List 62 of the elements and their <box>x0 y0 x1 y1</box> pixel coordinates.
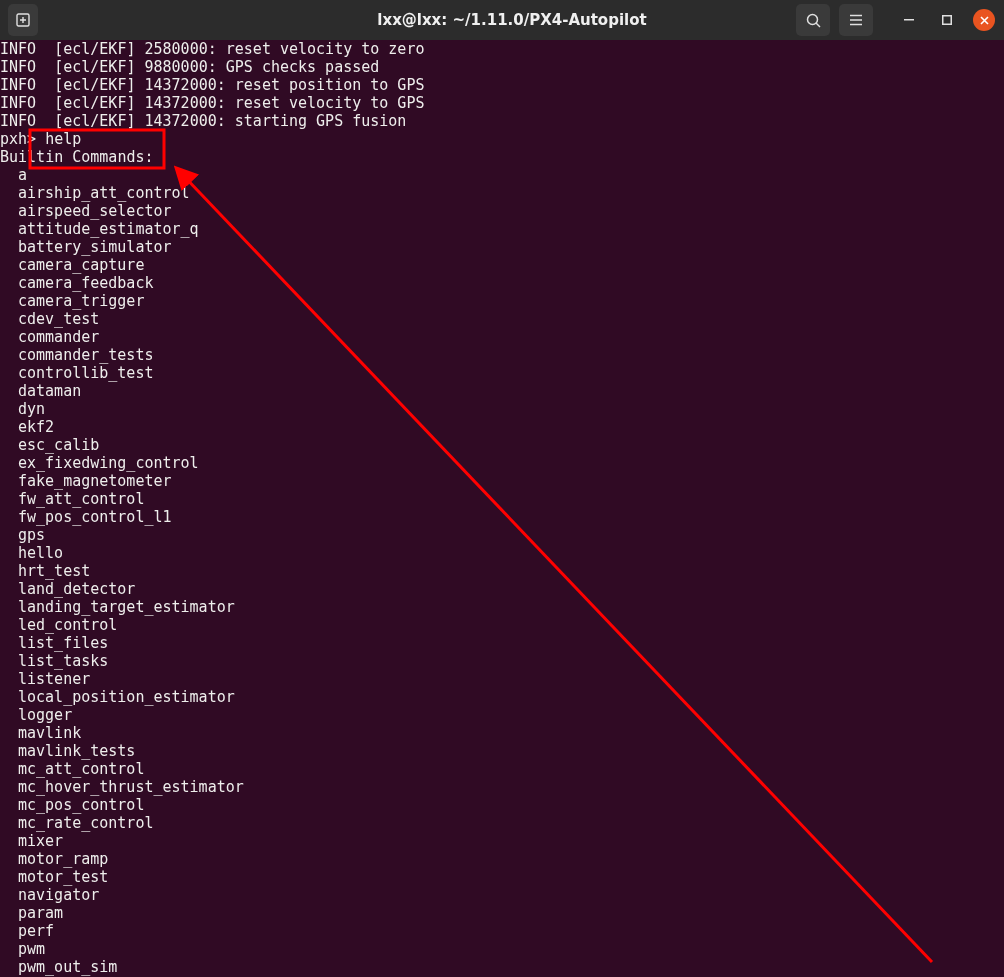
command-name: fw_att_control <box>17 490 145 508</box>
command-name: motor_ramp <box>17 850 109 868</box>
command-name: a <box>17 166 28 184</box>
command-name: list_files <box>17 634 109 652</box>
command-name: local_position_estimator <box>17 688 235 706</box>
new-tab-button[interactable] <box>8 4 38 36</box>
command-name: mavlink_tests <box>17 742 136 760</box>
command-name: perf <box>17 922 55 940</box>
command-name: param <box>17 904 64 922</box>
command-name: fake_magnetometer <box>17 472 172 490</box>
typed-command: help <box>45 130 82 148</box>
command-name: mc_rate_control <box>17 814 154 832</box>
command-name: commander <box>17 328 100 346</box>
command-name: hello <box>17 544 64 562</box>
command-name: pwm <box>17 940 46 958</box>
search-icon <box>805 12 821 28</box>
menu-icon <box>849 14 863 26</box>
close-icon <box>979 15 989 25</box>
command-name: hrt_test <box>17 562 91 580</box>
command-name: mc_hover_thrust_estimator <box>17 778 244 796</box>
command-name: attitude_estimator_q <box>17 220 199 238</box>
command-name: ekf2 <box>17 418 55 436</box>
command-name: camera_trigger <box>17 292 145 310</box>
command-name: mc_att_control <box>17 760 145 778</box>
command-name: camera_feedback <box>17 274 154 292</box>
command-name: logger <box>17 706 73 724</box>
log-line: INFO [ecl/EKF] 2580000: reset velocity to zero <box>0 40 425 58</box>
command-name: controllib_test <box>17 364 154 382</box>
log-line: INFO [ecl/EKF] 14372000: starting GPS fusion <box>0 112 407 130</box>
command-name: mavlink <box>17 724 82 742</box>
command-name: mixer <box>17 832 64 850</box>
command-name: land_detector <box>17 580 136 598</box>
window-title: lxx@lxx: ~/1.11.0/PX4-Autopilot <box>376 9 648 31</box>
minimize-icon <box>904 19 914 21</box>
command-name: led_control <box>17 616 118 634</box>
command-name: dataman <box>17 382 82 400</box>
command-name: cdev_test <box>17 310 100 328</box>
command-name: gps <box>17 526 46 544</box>
close-button[interactable] <box>973 9 995 31</box>
new-tab-icon <box>16 13 30 27</box>
menu-button[interactable] <box>839 4 873 36</box>
command-name: listener <box>17 670 91 688</box>
command-name: pwm_out_sim <box>17 958 118 976</box>
command-name: fw_pos_control_l1 <box>17 508 172 526</box>
search-button[interactable] <box>796 4 830 36</box>
command-name: airspeed_selector <box>17 202 172 220</box>
command-name: battery_simulator <box>17 238 172 256</box>
command-name: mc_pos_control <box>17 796 145 814</box>
command-name: navigator <box>17 886 100 904</box>
log-line: INFO [ecl/EKF] 9880000: GPS checks passed <box>0 58 380 76</box>
log-line: INFO [ecl/EKF] 14372000: reset position to GPS <box>0 76 425 94</box>
command-name: list_tasks <box>17 652 109 670</box>
command-name: motor_test <box>17 868 109 886</box>
command-name: ex_fixedwing_control <box>17 454 199 472</box>
log-line: INFO [ecl/EKF] 14372000: reset velocity to GPS <box>0 94 425 112</box>
command-name: airship_att_control <box>17 184 190 202</box>
command-name: esc_calib <box>17 436 100 454</box>
command-name: landing_target_estimator <box>17 598 235 616</box>
command-name: commander_tests <box>17 346 154 364</box>
maximize-icon <box>942 15 952 25</box>
command-name: camera_capture <box>17 256 145 274</box>
command-name: dyn <box>17 400 46 418</box>
